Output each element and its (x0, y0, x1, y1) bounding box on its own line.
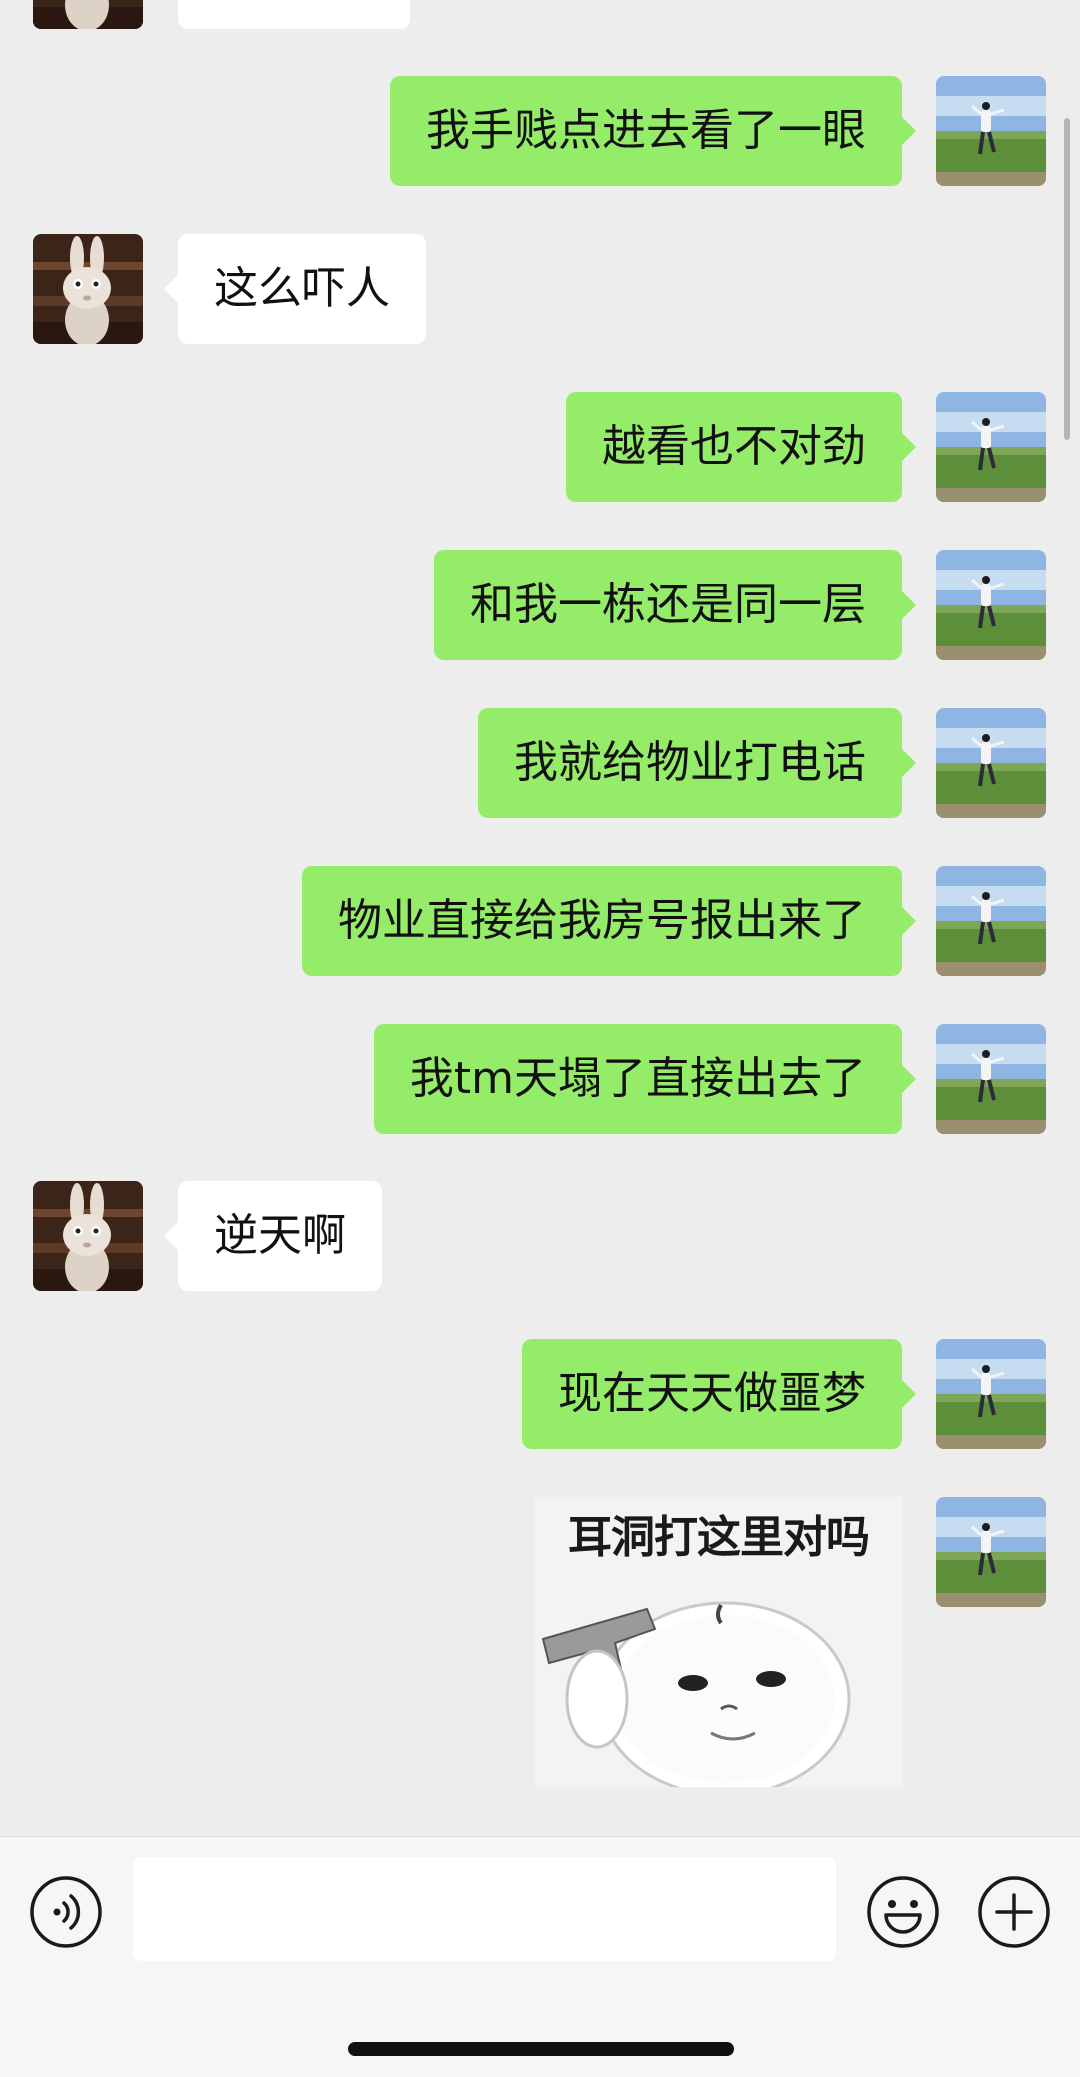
message-bubble[interactable]: 现在天天做噩梦 (522, 1339, 916, 1449)
message-row-outgoing: 我就给物业打电话 (0, 708, 1080, 818)
message-bubble[interactable]: 越看也不对劲 (566, 392, 916, 502)
message-bubble[interactable]: 我手贱点进去看了一眼 (390, 76, 916, 186)
message-row-incoming: 这么吓人 (0, 234, 1080, 344)
field-avatar[interactable] (936, 76, 1046, 186)
emoji-button[interactable] (866, 1875, 940, 1949)
sticker-caption: 耳洞打这里对吗 (568, 1512, 870, 1563)
emoji-icon (867, 1876, 939, 1948)
rabbit-avatar[interactable] (33, 234, 143, 344)
plus-icon (978, 1876, 1050, 1948)
message-row-outgoing: 我手贱点进去看了一眼 (0, 76, 1080, 186)
message-bubble[interactable] (178, 0, 410, 29)
message-row-outgoing: 我tm天塌了直接出去了 (0, 1024, 1080, 1134)
message-input[interactable] (133, 1857, 836, 1961)
chat-area[interactable]: 我手贱点进去看了一眼 这么吓人 越看也不对劲 和我一栋还是同一层 我就给物业打电… (0, 0, 1080, 1836)
message-row-incoming (0, 0, 1080, 29)
voice-icon (30, 1876, 102, 1948)
message-row-outgoing: 现在天天做噩梦 (0, 1339, 1080, 1449)
message-row-incoming: 逆天啊 (0, 1181, 1080, 1291)
voice-button[interactable] (29, 1875, 103, 1949)
message-bubble[interactable]: 我就给物业打电话 (478, 708, 916, 818)
message-bubble[interactable]: 物业直接给我房号报出来了 (302, 866, 916, 976)
message-bubble[interactable]: 我tm天塌了直接出去了 (373, 1024, 917, 1134)
bunny-with-gun-sticker[interactable]: 耳洞打这里对吗 (535, 1497, 902, 1787)
rabbit-avatar[interactable] (33, 0, 143, 29)
message-bubble[interactable]: 逆天啊 (164, 1181, 382, 1291)
home-indicator (348, 2042, 734, 2056)
scrollbar[interactable] (1064, 118, 1070, 440)
message-row-outgoing: 和我一栋还是同一层 (0, 550, 1080, 660)
field-avatar[interactable] (936, 1339, 1046, 1449)
message-row-outgoing: 物业直接给我房号报出来了 (0, 866, 1080, 976)
message-row-outgoing: 越看也不对劲 (0, 392, 1080, 502)
input-bar (0, 1836, 1080, 2077)
field-avatar[interactable] (936, 1024, 1046, 1134)
field-avatar[interactable] (936, 708, 1046, 818)
message-bubble[interactable]: 和我一栋还是同一层 (434, 550, 916, 660)
field-avatar[interactable] (936, 1497, 1046, 1607)
field-avatar[interactable] (936, 392, 1046, 502)
rabbit-avatar[interactable] (33, 1181, 143, 1291)
plus-button[interactable] (977, 1875, 1051, 1949)
field-avatar[interactable] (936, 866, 1046, 976)
message-row-sticker: 耳洞打这里对吗 (0, 1497, 1080, 1787)
message-bubble[interactable]: 这么吓人 (164, 234, 426, 344)
field-avatar[interactable] (936, 550, 1046, 660)
